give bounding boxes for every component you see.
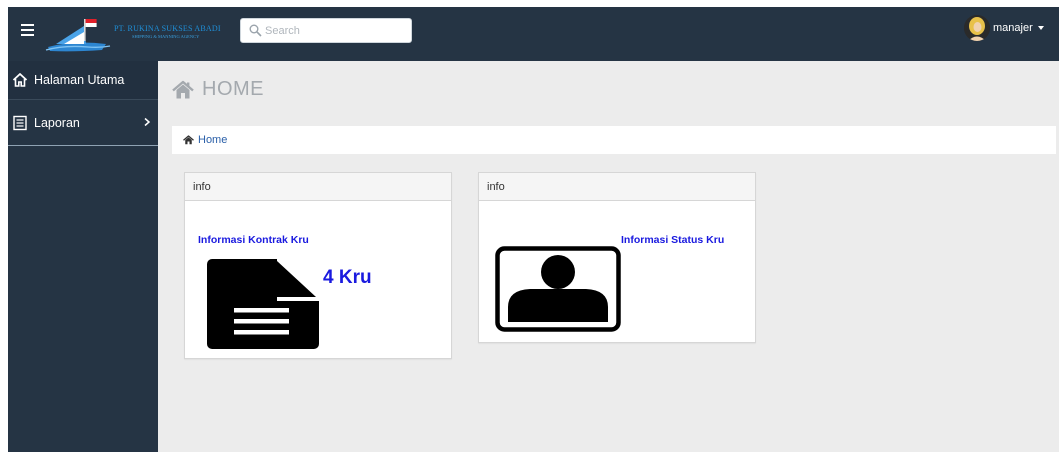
breadcrumb-home-link[interactable]: Home bbox=[198, 134, 227, 146]
caret-down-icon bbox=[1037, 26, 1044, 30]
user-avatar bbox=[964, 15, 990, 41]
page-title-text: HOME bbox=[202, 78, 264, 100]
info-panel-status: info Informasi Status Kru bbox=[478, 172, 756, 343]
document-icon bbox=[13, 115, 27, 130]
informasi-kontrak-kru-link[interactable]: Informasi Kontrak Kru bbox=[198, 234, 309, 246]
sidebar-item-label: Halaman Utama bbox=[34, 73, 125, 87]
user-portrait-icon bbox=[495, 246, 621, 332]
home-icon bbox=[172, 80, 194, 98]
user-menu[interactable]: manajer bbox=[964, 15, 1044, 41]
company-tagline: SHIPPING & MANNING AGENCY bbox=[132, 34, 200, 39]
user-photo-icon bbox=[964, 15, 990, 41]
search-input[interactable] bbox=[265, 19, 409, 42]
informasi-status-kru-link[interactable]: Informasi Status Kru bbox=[621, 234, 724, 246]
search-box bbox=[240, 18, 412, 43]
document-icon bbox=[207, 259, 319, 349]
panel-heading: info bbox=[184, 172, 452, 201]
chevron-right-icon bbox=[144, 117, 151, 127]
company-name: PT. RUKINA SUKSES ABADI bbox=[114, 24, 221, 33]
sidebar-item-halaman-utama[interactable]: Halaman Utama bbox=[8, 61, 158, 100]
home-icon bbox=[183, 135, 194, 145]
top-navbar: PT. RUKINA SUKSES ABADI SHIPPING & MANNI… bbox=[8, 7, 1059, 61]
sidebar-item-label: Laporan bbox=[34, 115, 80, 130]
home-icon bbox=[12, 73, 28, 87]
page-title: HOME bbox=[172, 78, 264, 101]
app-frame: PT. RUKINA SUKSES ABADI SHIPPING & MANNI… bbox=[8, 7, 1059, 452]
hamburger-menu-icon[interactable] bbox=[21, 24, 34, 38]
breadcrumb: Home bbox=[172, 126, 1056, 154]
username-label: manajer bbox=[993, 22, 1033, 34]
kru-count-label: 4 Kru bbox=[323, 267, 372, 288]
ship-logo-icon bbox=[45, 19, 111, 52]
sidebar-item-laporan[interactable]: Laporan bbox=[8, 100, 158, 146]
sidebar: Halaman Utama Laporan bbox=[8, 61, 158, 452]
panel-heading: info bbox=[478, 172, 756, 201]
company-logo[interactable]: PT. RUKINA SUKSES ABADI SHIPPING & MANNI… bbox=[44, 14, 234, 54]
info-panel-kontrak: info Informasi Kontrak Kru 4 Kru bbox=[184, 172, 452, 359]
search-icon bbox=[249, 24, 262, 37]
